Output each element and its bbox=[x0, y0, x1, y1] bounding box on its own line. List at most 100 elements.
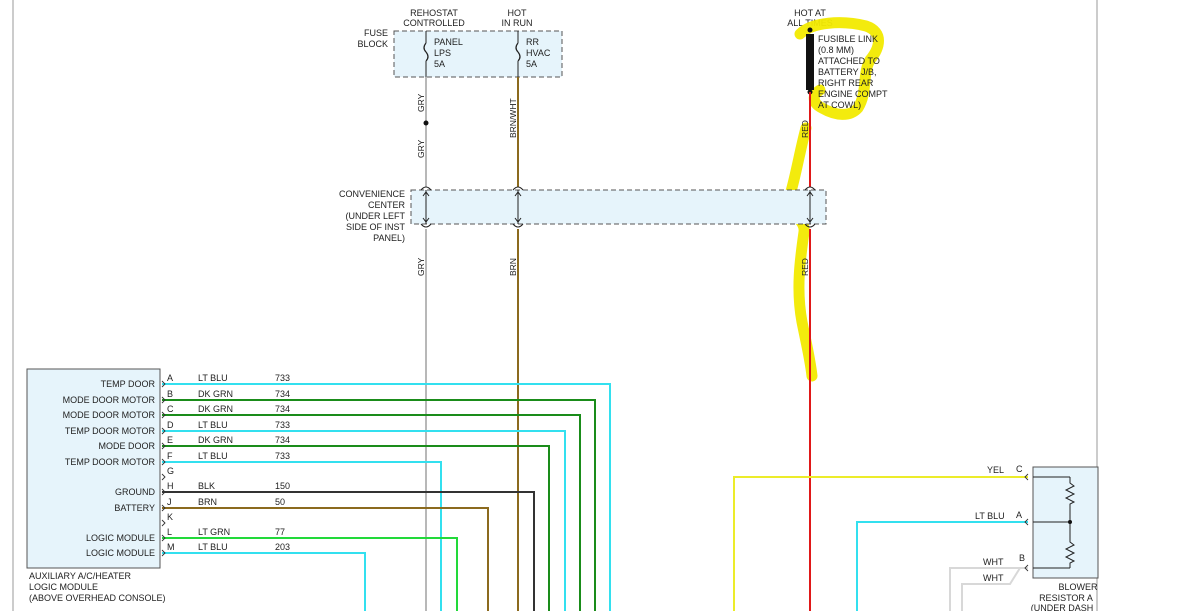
wire-label-gry-mid: GRY bbox=[416, 139, 426, 158]
convenience-center-label: CONVENIENCE CENTER (UNDER LEFT SIDE OF I… bbox=[339, 189, 406, 243]
pin-wire-color: BRN bbox=[198, 497, 217, 507]
pin-circuit: 734 bbox=[275, 404, 290, 414]
pin-function: BATTERY bbox=[114, 503, 155, 513]
pin-function: LOGIC MODULE bbox=[86, 533, 155, 543]
pin-circuit: 734 bbox=[275, 389, 290, 399]
pin-function: TEMP DOOR MOTOR bbox=[65, 426, 156, 436]
pin-function: MODE DOOR MOTOR bbox=[63, 395, 156, 405]
label-line: (UNDER LEFT bbox=[345, 211, 405, 221]
pin-function: LOGIC MODULE bbox=[86, 548, 155, 558]
fuse-block-label: FUSE BLOCK bbox=[357, 28, 388, 49]
blower-wire-color-lt-blu: LT BLU bbox=[975, 511, 1005, 521]
pin-function: TEMP DOOR bbox=[101, 379, 156, 389]
label-line: CENTER bbox=[368, 200, 406, 210]
wire-label-brn-wht: BRN/WHT bbox=[508, 98, 518, 138]
pin-wire-color: DK GRN bbox=[198, 389, 233, 399]
hot-in-run-label: HOT IN RUN bbox=[502, 8, 533, 28]
pin-circuit: 734 bbox=[275, 435, 290, 445]
caption-line: BLOWER bbox=[1058, 582, 1098, 592]
wiring-diagram: REHOSTAT CONTROLLED HOT IN RUN HOT AT A L… bbox=[12, 0, 1099, 611]
pin-letter: E bbox=[167, 435, 173, 445]
convenience-center-box bbox=[410, 189, 827, 225]
pin-letter: K bbox=[167, 512, 173, 522]
wire-pin-a-lt-blu bbox=[162, 383, 611, 611]
label-line: FUSE bbox=[364, 28, 388, 38]
fuse-label-line: 5A bbox=[434, 59, 445, 69]
fuse-label-line: PANEL bbox=[434, 37, 463, 47]
fuse-label-line: HVAC bbox=[526, 48, 551, 58]
fuse-label-line: 5A bbox=[526, 59, 537, 69]
pin-circuit: 50 bbox=[275, 497, 285, 507]
pin-wire-color: DK GRN bbox=[198, 435, 233, 445]
label-line: SIDE OF INST bbox=[346, 222, 406, 232]
label-line: HOT bbox=[508, 8, 528, 18]
pin-letter: D bbox=[167, 420, 174, 430]
caption-line: AUXILIARY A/C/HEATER bbox=[29, 571, 132, 581]
pin-letter: H bbox=[167, 481, 174, 491]
pin-letter: J bbox=[167, 497, 172, 507]
label-line: CONVENIENCE bbox=[339, 189, 405, 199]
pin-letter: F bbox=[167, 451, 173, 461]
pin-terminal-arrow bbox=[161, 519, 166, 527]
label-line: ATTACHED TO bbox=[818, 56, 880, 66]
pin-function: GROUND bbox=[115, 487, 155, 497]
module-pin-row-k: K bbox=[167, 512, 173, 522]
fuse-label-line: RR bbox=[526, 37, 539, 47]
pin-letter: C bbox=[167, 404, 174, 414]
pin-letter: M bbox=[167, 542, 175, 552]
wire-label-gry-upper: GRY bbox=[416, 93, 426, 112]
auxiliary-module-caption: AUXILIARY A/C/HEATER LOGIC MODULE (ABOVE… bbox=[29, 571, 166, 603]
pin-circuit: 733 bbox=[275, 451, 290, 461]
label-line: BLOCK bbox=[357, 39, 388, 49]
label-line: AT COWL) bbox=[818, 100, 861, 110]
fusible-link-icon bbox=[806, 34, 814, 90]
pin-function: TEMP DOOR MOTOR bbox=[65, 457, 156, 467]
pin-circuit: 733 bbox=[275, 420, 290, 430]
rheostat-controlled-label: REHOSTAT CONTROLLED bbox=[403, 8, 465, 28]
wire-pin-m-lt-blu bbox=[162, 552, 366, 611]
label-line: HOT AT bbox=[794, 8, 826, 18]
caption-line: (UNDER DASH bbox=[1031, 603, 1094, 611]
pin-circuit: 150 bbox=[275, 481, 290, 491]
wire-label-red-upper: RED bbox=[800, 120, 810, 138]
blower-wire-color-yel: YEL bbox=[987, 465, 1004, 475]
module-pin-terminals bbox=[161, 380, 166, 557]
pin-function: MODE DOOR bbox=[98, 441, 155, 451]
pin-letter: A bbox=[167, 373, 173, 383]
wire-blower-yel bbox=[733, 476, 1028, 611]
label-line: ENGINE COMPT bbox=[818, 89, 888, 99]
module-pin-row-g: G bbox=[167, 466, 174, 476]
pin-wire-color: BLK bbox=[198, 481, 215, 491]
blower-pin-a: A bbox=[1016, 510, 1022, 520]
module-wiring bbox=[162, 383, 611, 611]
label-line: IN RUN bbox=[502, 18, 533, 28]
blower-wire-color-wht-2: WHT bbox=[983, 573, 1004, 583]
label-line: (0.8 MM) bbox=[818, 45, 854, 55]
fuse-label-line: LPS bbox=[434, 48, 451, 58]
pin-function: MODE DOOR MOTOR bbox=[63, 410, 156, 420]
splice-node bbox=[423, 120, 429, 126]
pin-letter: B bbox=[167, 389, 173, 399]
label-line: CONTROLLED bbox=[403, 18, 465, 28]
pin-circuit: 77 bbox=[275, 527, 285, 537]
pin-wire-color: LT BLU bbox=[198, 420, 228, 430]
pin-wire-color: LT BLU bbox=[198, 373, 228, 383]
wire-label-gry-lower: GRY bbox=[416, 257, 426, 276]
label-line: FUSIBLE LINK bbox=[818, 34, 878, 44]
label-line: REHOSTAT bbox=[410, 8, 458, 18]
wire-label-brn: BRN bbox=[508, 258, 518, 276]
pin-circuit: 733 bbox=[275, 373, 290, 383]
wire-label-red-lower: RED bbox=[800, 258, 810, 276]
pin-wire-color: LT BLU bbox=[198, 542, 228, 552]
pin-letter: G bbox=[167, 466, 174, 476]
blower-wire-color-wht: WHT bbox=[983, 557, 1004, 567]
pin-wire-color: LT GRN bbox=[198, 527, 230, 537]
label-line: PANEL) bbox=[373, 233, 405, 243]
highlight-mark-red-wire bbox=[783, 122, 818, 382]
wire-pin-j-brn bbox=[162, 507, 489, 611]
pin-terminal-arrow bbox=[161, 473, 166, 481]
caption-line: LOGIC MODULE bbox=[29, 582, 98, 592]
label-line: BATTERY J/B, bbox=[818, 67, 877, 77]
blower-resistor-caption: BLOWER RESISTOR A (UNDER DASH bbox=[1031, 582, 1098, 611]
caption-line: (ABOVE OVERHEAD CONSOLE) bbox=[29, 593, 166, 603]
